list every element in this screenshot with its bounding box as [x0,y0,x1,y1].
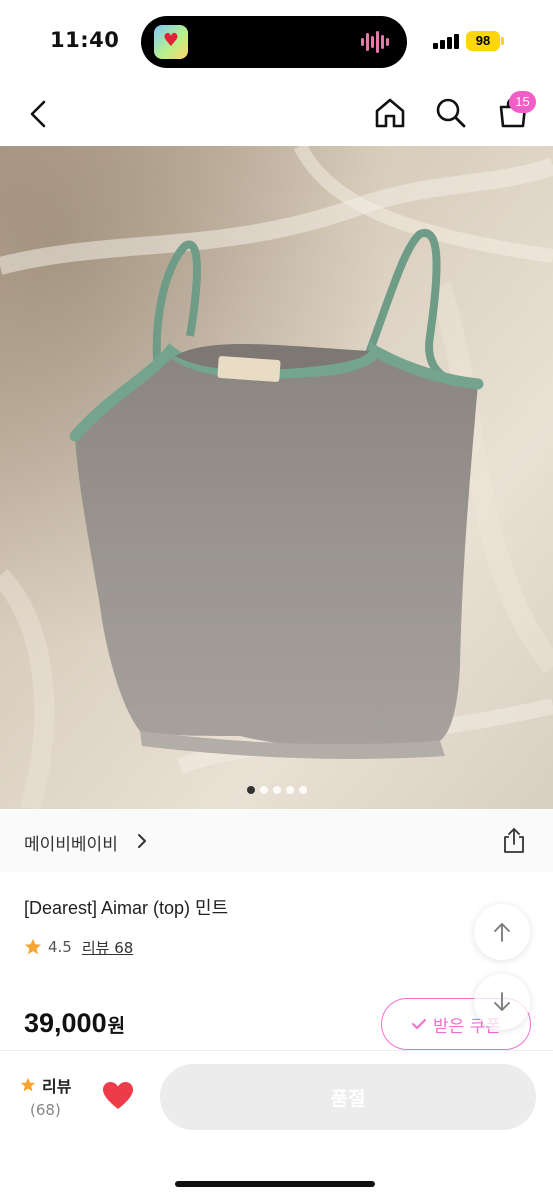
check-icon [412,1019,427,1029]
rating-value: 4.5 [48,938,72,956]
top-nav [0,82,553,146]
pagination-dot[interactable] [298,786,307,794]
product-image-carousel[interactable] [0,146,553,809]
home-indicator [175,1181,375,1187]
bottom-review-label: 리뷰 [42,1077,72,1096]
chevron-right-icon [138,834,146,848]
bottom-review-count: (68) [30,1101,61,1119]
heart-icon[interactable] [102,1081,134,1111]
price-row: 39,000 원 [24,1008,125,1042]
back-icon[interactable] [22,96,58,132]
product-photo [0,146,553,809]
rating-row: 4.5 리뷰 68 [24,936,133,958]
bottom-action-bar: 리뷰 (68) 품절 [0,1050,553,1200]
arrow-down-icon [494,992,510,1011]
price-value: 39,000 [24,1008,107,1038]
bottom-review-button[interactable]: 리뷰 [20,1073,71,1097]
pagination-dot[interactable] [246,786,255,794]
battery-tip [501,37,504,45]
status-time: 11:40 [50,28,120,52]
product-title: [Dearest] Aimar (top) 민트 [24,898,229,918]
pagination-dot[interactable] [259,786,268,794]
scroll-top-button[interactable] [474,904,530,960]
star-icon [20,1077,36,1092]
pagination-dot[interactable] [272,786,281,794]
now-playing-app-icon: ♥ [154,25,188,59]
pagination-dot[interactable] [285,786,294,794]
status-bar: 11:40 ♥ 98 [0,0,553,82]
cart-count-badge: 15 [509,91,536,113]
dynamic-island[interactable]: ♥ [141,16,407,68]
battery-icon: 98 [466,31,500,51]
review-link[interactable]: 리뷰 68 [82,937,133,958]
price-unit: 원 [107,1015,126,1037]
shop-name[interactable]: 메이비베이비 [24,830,118,855]
star-icon [24,938,42,955]
home-icon[interactable] [372,95,408,131]
audio-wave-icon [361,30,391,54]
search-icon[interactable] [433,95,469,131]
image-pagination [0,786,553,796]
arrow-up-icon [494,923,510,942]
share-icon[interactable] [500,826,528,854]
soldout-button[interactable]: 품절 [160,1064,536,1130]
shop-row[interactable]: 메이비베이비 [0,810,553,872]
scroll-bottom-button[interactable] [474,974,530,1030]
signal-icon [433,33,459,49]
